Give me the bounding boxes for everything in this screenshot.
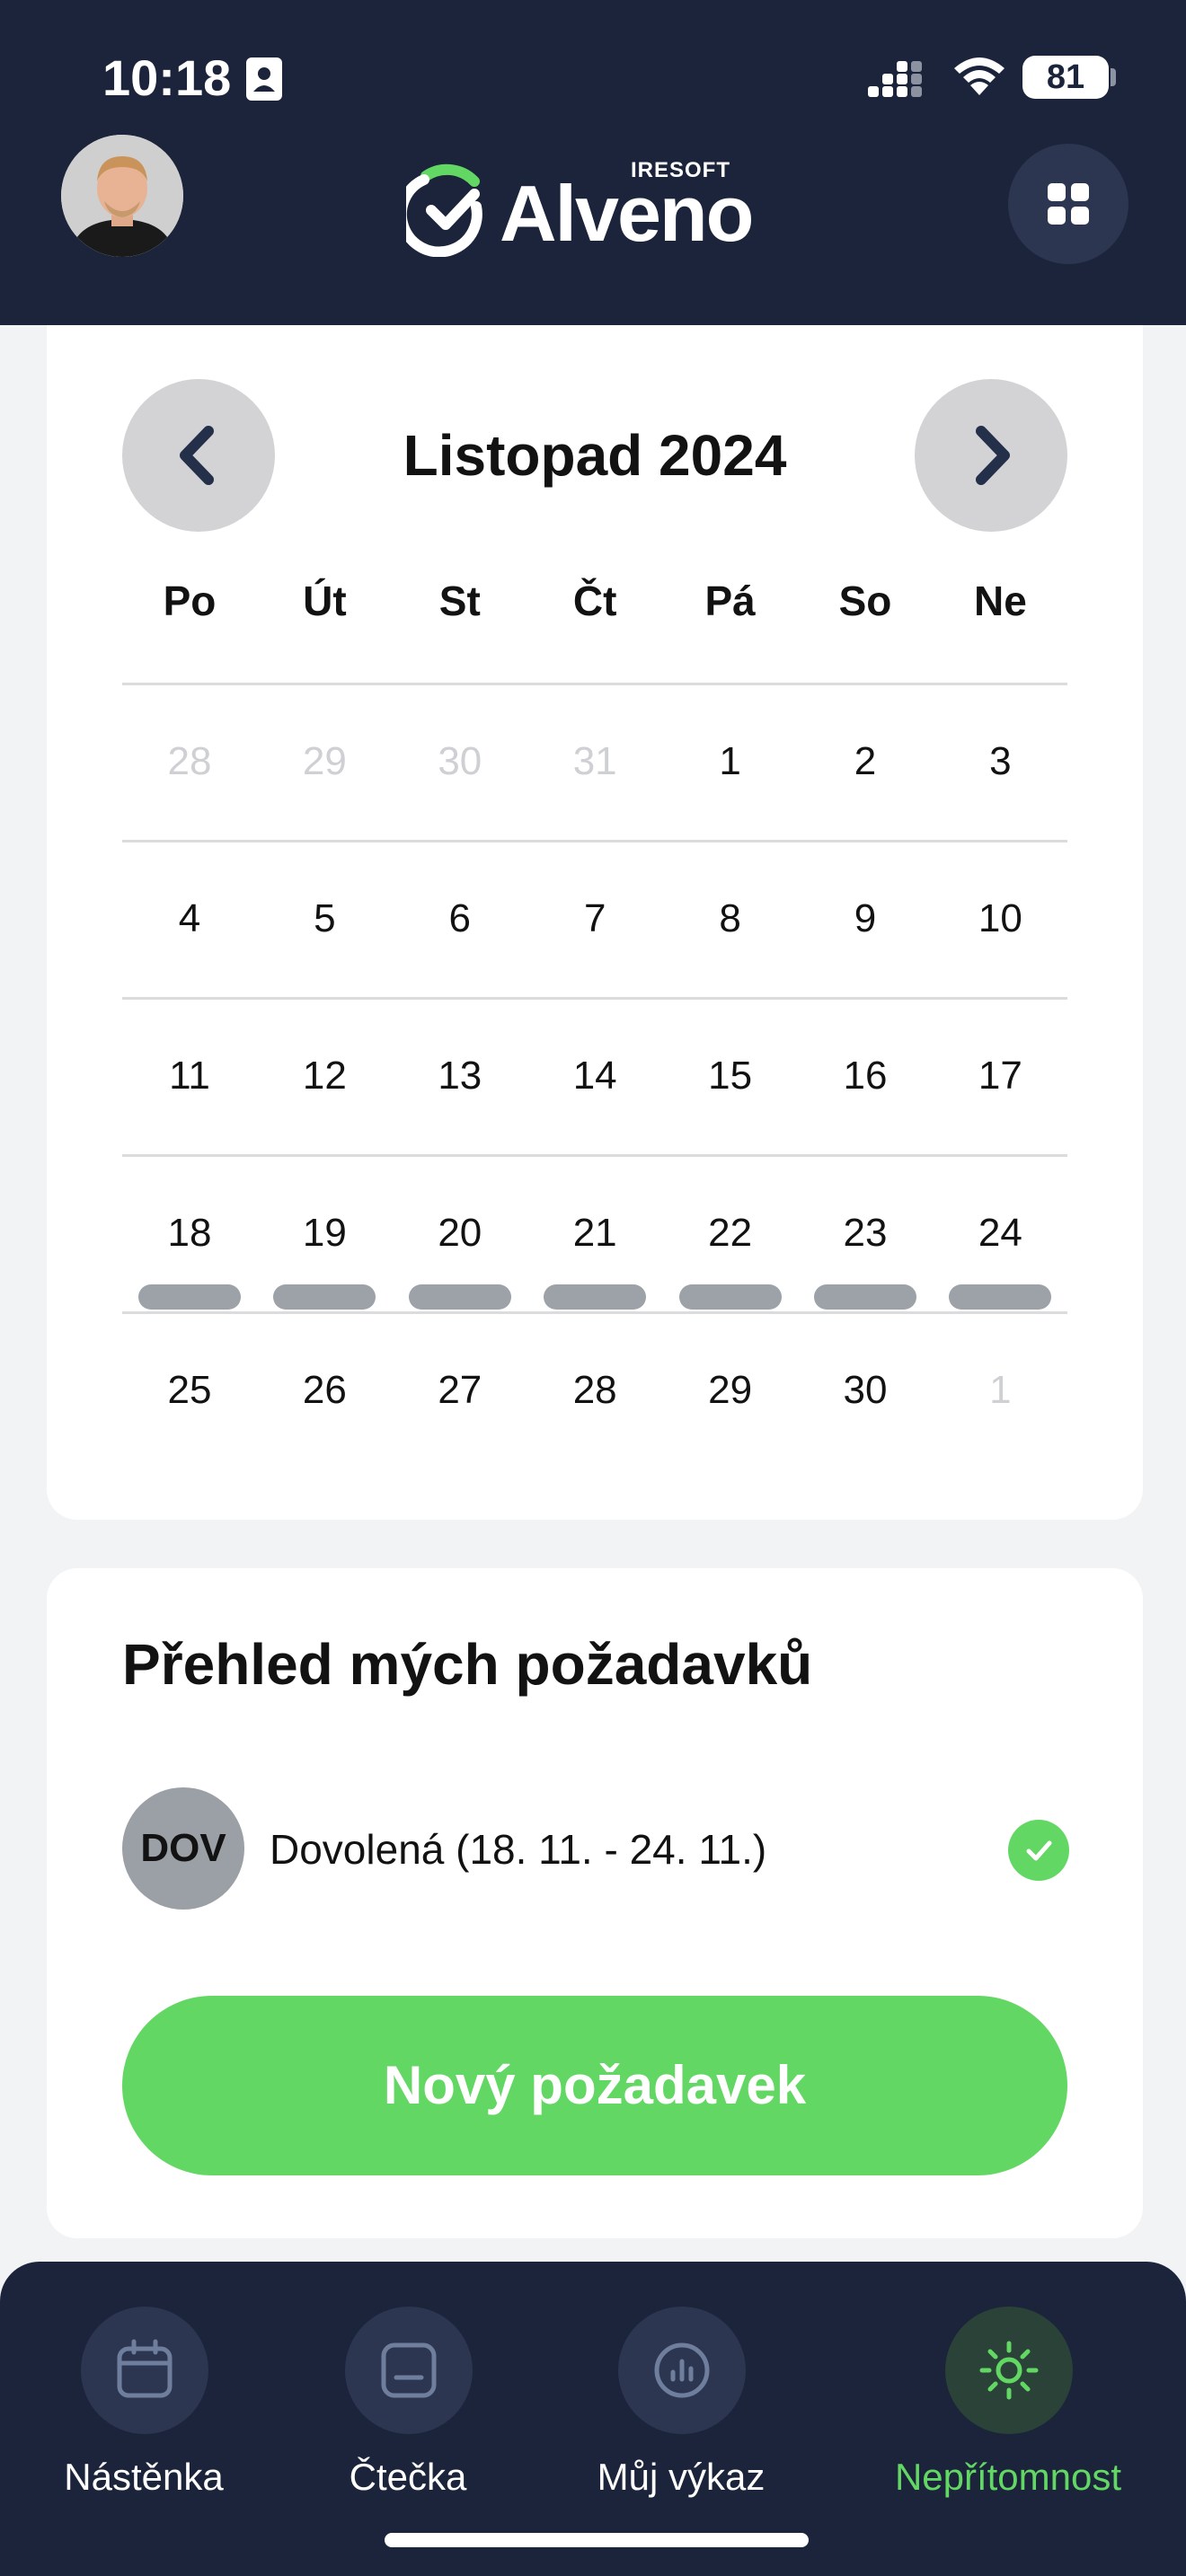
tab-label: Můj výkaz bbox=[597, 2456, 766, 2498]
avatar[interactable] bbox=[61, 135, 183, 257]
calendar-day[interactable]: 12 bbox=[257, 1054, 392, 1098]
apps-menu-button[interactable] bbox=[1008, 144, 1128, 264]
calendar-day[interactable]: 1 bbox=[663, 739, 798, 784]
tab-nepritomnost[interactable]: Nepřítomnost bbox=[873, 2294, 1143, 2501]
tab-label: Nástěnka bbox=[64, 2456, 224, 2498]
next-month-button[interactable] bbox=[915, 379, 1067, 532]
calendar-day[interactable]: 17 bbox=[933, 1054, 1067, 1098]
calendar-day[interactable]: 14 bbox=[527, 1054, 662, 1098]
bottom-tab-bar: Nástěnka Čtečka Můj výkaz Nepřítomnost bbox=[0, 2262, 1186, 2576]
card-reader-icon bbox=[381, 2342, 437, 2398]
status-time: 10:18 bbox=[102, 49, 232, 106]
logo-wordmark: Alveno bbox=[500, 169, 754, 258]
absence-bar bbox=[138, 1284, 241, 1310]
calendar-day[interactable]: 2 bbox=[798, 739, 933, 784]
weekday-label: St bbox=[438, 578, 481, 624]
calendar-day[interactable]: 30 bbox=[393, 739, 527, 784]
calendar-day[interactable]: 29 bbox=[257, 739, 392, 784]
calendar-day[interactable]: 28 bbox=[527, 1368, 662, 1413]
week-row: 11 12 13 14 15 16 17 bbox=[122, 997, 1067, 1154]
user-photo-icon bbox=[61, 135, 183, 257]
weekday-label: Čt bbox=[572, 578, 617, 624]
calendar-day[interactable]: 4 bbox=[122, 896, 257, 941]
calendar-day[interactable]: 24 bbox=[933, 1211, 1067, 1256]
calendar-grid: 28 29 30 31 1 2 3 4 5 6 7 8 9 10 11 12 13 14 15 16 17 18 19 20 2… bbox=[122, 683, 1067, 1469]
calendar-day[interactable]: 8 bbox=[663, 896, 798, 941]
absence-bar bbox=[273, 1284, 376, 1310]
calendar-day[interactable]: 3 bbox=[933, 739, 1067, 784]
calendar-day[interactable]: 5 bbox=[257, 896, 392, 941]
requests-card: Přehled mých požadavků DOV Dovolená (18.… bbox=[47, 1568, 1143, 2238]
calendar-day[interactable]: 7 bbox=[527, 896, 662, 941]
absence-bar bbox=[949, 1284, 1052, 1310]
calendar-day[interactable]: 23 bbox=[798, 1211, 933, 1256]
week-row: 25 26 27 28 29 30 1 bbox=[122, 1311, 1067, 1469]
tab-ctecka[interactable]: Čtečka bbox=[273, 2294, 543, 2501]
weekday-label: Pá bbox=[704, 578, 756, 624]
tab-icon-bg bbox=[81, 2307, 208, 2434]
calendar-day[interactable]: 10 bbox=[933, 896, 1067, 941]
calendar-day[interactable]: 19 bbox=[257, 1211, 392, 1256]
week-row: 4 5 6 7 8 9 10 bbox=[122, 840, 1067, 997]
calendar-day[interactable]: 13 bbox=[393, 1054, 527, 1098]
sun-icon bbox=[979, 2341, 1039, 2400]
tab-label: Čtečka bbox=[349, 2456, 467, 2498]
contact-card-icon bbox=[246, 57, 282, 101]
calendar-day[interactable]: 6 bbox=[393, 896, 527, 941]
tab-muj-vykaz[interactable]: Můj výkaz bbox=[546, 2294, 816, 2501]
battery-cap bbox=[1111, 68, 1116, 86]
tab-icon-bg bbox=[345, 2307, 473, 2434]
week-row: 28 29 30 31 1 2 3 bbox=[122, 683, 1067, 840]
tab-icon-bg bbox=[618, 2307, 746, 2434]
calendar-day[interactable]: 18 bbox=[122, 1211, 257, 1256]
calendar-day[interactable]: 31 bbox=[527, 739, 662, 784]
calendar-day[interactable]: 15 bbox=[663, 1054, 798, 1098]
absence-bar bbox=[814, 1284, 916, 1310]
week-row: 18 19 20 21 22 23 24 bbox=[122, 1154, 1067, 1311]
new-request-button[interactable]: Nový požadavek bbox=[122, 1996, 1067, 2175]
calendar-icon bbox=[117, 2339, 173, 2398]
grid-icon bbox=[1048, 183, 1089, 225]
alveno-logo: IRESOFT Alveno bbox=[406, 158, 783, 257]
absence-bar bbox=[408, 1284, 511, 1310]
tab-label: Nepřítomnost bbox=[894, 2456, 1122, 2498]
calendar-day[interactable]: 30 bbox=[798, 1368, 933, 1413]
requests-title: Přehled mých požadavků bbox=[122, 1632, 813, 1697]
calendar-day[interactable]: 26 bbox=[257, 1368, 392, 1413]
bar-chart-icon bbox=[654, 2342, 710, 2398]
calendar-card: Listopad 2024 Po Út St Čt Pá So Ne 28 29 30 31 1 2 3… bbox=[47, 325, 1143, 1520]
calendar-day[interactable]: 29 bbox=[663, 1368, 798, 1413]
app-header: 10:18 81 IRESOFT Alveno bbox=[0, 0, 1186, 325]
absence-bar bbox=[544, 1284, 647, 1310]
logo-mark-icon bbox=[406, 163, 482, 257]
tab-icon-bg bbox=[945, 2307, 1073, 2434]
home-indicator bbox=[385, 2533, 809, 2547]
request-type-badge: DOV bbox=[122, 1787, 244, 1910]
calendar-day[interactable]: 22 bbox=[663, 1211, 798, 1256]
calendar-day[interactable]: 20 bbox=[393, 1211, 527, 1256]
calendar-day[interactable]: 28 bbox=[122, 739, 257, 784]
weekday-label: Po bbox=[163, 578, 217, 624]
calendar-day[interactable]: 9 bbox=[798, 896, 933, 941]
signal-icon bbox=[868, 61, 922, 97]
weekday-label: Ne bbox=[973, 578, 1027, 624]
chevron-right-icon bbox=[976, 426, 1010, 485]
weekday-label: Út bbox=[303, 578, 347, 624]
calendar-day[interactable]: 16 bbox=[798, 1054, 933, 1098]
weekday-header: Po Út St Čt Pá So Ne bbox=[122, 577, 1067, 640]
calendar-day[interactable]: 1 bbox=[933, 1368, 1067, 1413]
weekday-label: So bbox=[838, 578, 892, 624]
tab-nastenka[interactable]: Nástěnka bbox=[9, 2294, 279, 2501]
calendar-day[interactable]: 21 bbox=[527, 1211, 662, 1256]
approved-status bbox=[1008, 1820, 1069, 1881]
battery-indicator: 81 bbox=[1022, 56, 1109, 99]
calendar-day[interactable]: 25 bbox=[122, 1368, 257, 1413]
calendar-day[interactable]: 11 bbox=[122, 1054, 257, 1098]
calendar-day[interactable]: 27 bbox=[393, 1368, 527, 1413]
request-item-text[interactable]: Dovolená (18. 11. - 24. 11.) bbox=[270, 1825, 766, 1874]
check-icon bbox=[1026, 1840, 1052, 1861]
wifi-icon bbox=[954, 57, 1005, 95]
absence-bar bbox=[678, 1284, 782, 1310]
